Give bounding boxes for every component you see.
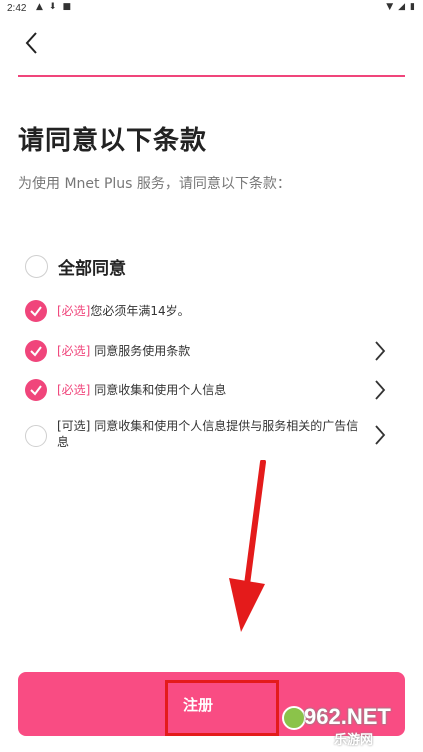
chevron-right-icon[interactable] xyxy=(373,379,387,401)
term-checkbox-checked[interactable] xyxy=(25,340,47,362)
status-time: 2:42 xyxy=(7,3,27,14)
term-row-service[interactable]: [必选] 同意服务使用条款 xyxy=(25,340,387,362)
term-label: 同意收集和使用个人信息提供与服务相关的广告信息 xyxy=(57,419,359,449)
page-subtitle: 为使用 Mnet Plus 服务，请同意以下条款： xyxy=(18,176,291,192)
term-label: 您必须年满14岁。 xyxy=(90,304,190,318)
agree-all-checkbox[interactable] xyxy=(25,255,48,278)
term-checkbox-unchecked[interactable] xyxy=(25,425,47,447)
term-checkbox-checked[interactable] xyxy=(25,379,47,401)
watermark-text: 乐游网 xyxy=(334,733,374,748)
check-icon xyxy=(30,385,42,396)
highlight-box-annotation xyxy=(165,680,279,736)
check-icon xyxy=(30,306,42,317)
watermark-logo: 962.NET 乐游网 xyxy=(282,704,417,748)
page-title: 请同意以下条款 xyxy=(18,126,208,156)
status-bar: 2:42 ▲ ⬇ ■ ▼ ◢ ▮ xyxy=(0,0,423,18)
red-arrow-annotation xyxy=(229,460,266,632)
term-tag-required: [必选] xyxy=(57,383,91,397)
term-row-age[interactable]: [必选]您必须年满14岁。 xyxy=(25,300,385,322)
chevron-right-icon[interactable] xyxy=(373,424,387,446)
term-tag-required: [必选] xyxy=(57,344,91,358)
notification-a-icon: ▲ xyxy=(36,2,43,12)
system-icons: ▼ ◢ ▮ xyxy=(386,2,415,12)
wifi-icon: ▼ xyxy=(386,2,394,12)
term-text: [必选]您必须年满14岁。 xyxy=(57,303,190,319)
app-icon: ■ xyxy=(62,2,71,12)
check-icon xyxy=(30,346,42,357)
term-row-personal-info[interactable]: [必选] 同意收集和使用个人信息 xyxy=(25,379,387,401)
term-tag-required: [必选] xyxy=(57,304,91,318)
download-icon: ⬇ xyxy=(48,2,57,12)
battery-icon: ▮ xyxy=(410,2,415,12)
term-text: [必选] 同意服务使用条款 xyxy=(57,343,190,359)
term-row-ads[interactable]: [可选] 同意收集和使用个人信息提供与服务相关的广告信息 xyxy=(25,418,387,450)
chevron-left-icon xyxy=(25,32,37,54)
agree-all-option[interactable]: 全部同意 xyxy=(25,254,126,279)
back-button[interactable] xyxy=(18,28,48,58)
watermark-circle-icon xyxy=(282,706,306,730)
term-text: [必选] 同意收集和使用个人信息 xyxy=(57,382,226,398)
agree-all-label: 全部同意 xyxy=(58,259,126,279)
term-tag-optional: [可选] xyxy=(57,419,91,433)
term-label: 同意收集和使用个人信息 xyxy=(90,383,227,397)
notification-icons: ▲ ⬇ ■ xyxy=(36,2,71,12)
term-label: 同意服务使用条款 xyxy=(90,344,191,358)
term-checkbox-checked[interactable] xyxy=(25,300,47,322)
header-divider xyxy=(18,75,405,77)
chevron-right-icon[interactable] xyxy=(373,340,387,362)
signal-icon: ◢ xyxy=(398,2,406,12)
term-text: [可选] 同意收集和使用个人信息提供与服务相关的广告信息 xyxy=(57,418,362,450)
watermark-number: 962.NET xyxy=(304,704,391,729)
